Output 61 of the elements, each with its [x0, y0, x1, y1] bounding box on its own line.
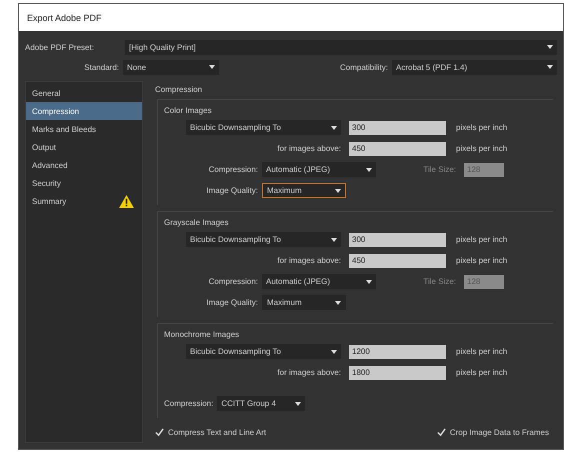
- image-quality-dropdown[interactable]: Maximum: [262, 183, 346, 198]
- caret-icon: [331, 350, 337, 354]
- compression-dropdown[interactable]: CCITT Group 4: [217, 396, 306, 411]
- threshold-field[interactable]: 1800: [349, 366, 446, 380]
- threshold-field[interactable]: 450: [349, 142, 446, 156]
- tile-size-label: Tile Size:: [422, 277, 456, 286]
- compression-label: Compression:: [208, 165, 259, 174]
- group-title: Monochrome Images: [163, 328, 240, 341]
- unit-label: pixels per inch: [456, 256, 508, 265]
- sidebar-item[interactable]: Compression: [26, 102, 142, 120]
- section-title: Compression: [154, 84, 204, 96]
- caret-icon: [331, 126, 337, 130]
- window-title: Export Adobe PDF: [27, 12, 102, 22]
- resolution-field[interactable]: 300: [349, 232, 446, 246]
- caret-icon: [295, 402, 302, 406]
- unit-label: pixels per inch: [456, 144, 508, 153]
- checkbox[interactable]: Compress Text and Line Art: [155, 428, 266, 437]
- standard-label: Standard:: [83, 62, 120, 72]
- compatibility-label: Compatibility:: [340, 62, 389, 72]
- unit-label: pixels per inch: [456, 368, 508, 377]
- caret-icon: [366, 280, 372, 284]
- caret-icon: [547, 45, 553, 49]
- caret-icon: [331, 238, 337, 242]
- sidebar-item[interactable]: Security: [26, 174, 142, 192]
- above-label: for images above:: [276, 256, 341, 265]
- caret-icon: [547, 65, 553, 69]
- group-title: Grayscale Images: [163, 216, 230, 229]
- checkbox[interactable]: Crop Image Data to Frames: [436, 428, 549, 437]
- image-quality-label: Image Quality:: [205, 298, 259, 307]
- caret-icon: [209, 65, 215, 69]
- compression-label: Compression:: [208, 277, 259, 286]
- downsampling-dropdown[interactable]: Bicubic Downsampling To: [186, 120, 341, 135]
- resolution-field[interactable]: 1200: [349, 344, 446, 358]
- caret-icon: [335, 188, 341, 192]
- image-quality-label: Image Quality:: [205, 186, 259, 195]
- above-label: for images above:: [276, 368, 341, 377]
- sidebar-item[interactable]: Advanced: [26, 156, 142, 174]
- tile-size-label: Tile Size:: [422, 165, 456, 174]
- downsampling-dropdown[interactable]: Bicubic Downsampling To: [186, 232, 341, 247]
- preset-dropdown[interactable]: [High Quality Print]: [125, 40, 557, 54]
- group-title: Color Images: [163, 104, 213, 117]
- sidebar-item[interactable]: Output: [26, 138, 142, 156]
- compression-dropdown[interactable]: Automatic (JPEG): [262, 162, 376, 177]
- unit-label: pixels per inch: [456, 347, 508, 356]
- sidebar-item[interactable]: Marks and Bleeds: [26, 120, 142, 138]
- caret-icon: [335, 300, 341, 304]
- sidebar-item[interactable]: General: [26, 84, 142, 102]
- downsampling-dropdown[interactable]: Bicubic Downsampling To: [186, 344, 341, 359]
- sidebar-item[interactable]: Summary: [26, 192, 142, 210]
- standard-dropdown[interactable]: None: [123, 60, 219, 74]
- resolution-field[interactable]: 300: [349, 120, 446, 134]
- compression-dropdown[interactable]: Automatic (JPEG): [262, 274, 376, 289]
- above-label: for images above:: [276, 144, 341, 153]
- unit-label: pixels per inch: [456, 235, 508, 244]
- preset-label: Adobe PDF Preset:: [25, 42, 95, 52]
- image-quality-dropdown[interactable]: Maximum: [262, 295, 346, 310]
- compression-label: Compression:: [164, 399, 214, 408]
- threshold-field[interactable]: 450: [349, 254, 446, 268]
- unit-label: pixels per inch: [456, 123, 508, 132]
- compatibility-dropdown[interactable]: Acrobat 5 (PDF 1.4): [392, 60, 557, 74]
- caret-icon: [366, 168, 372, 172]
